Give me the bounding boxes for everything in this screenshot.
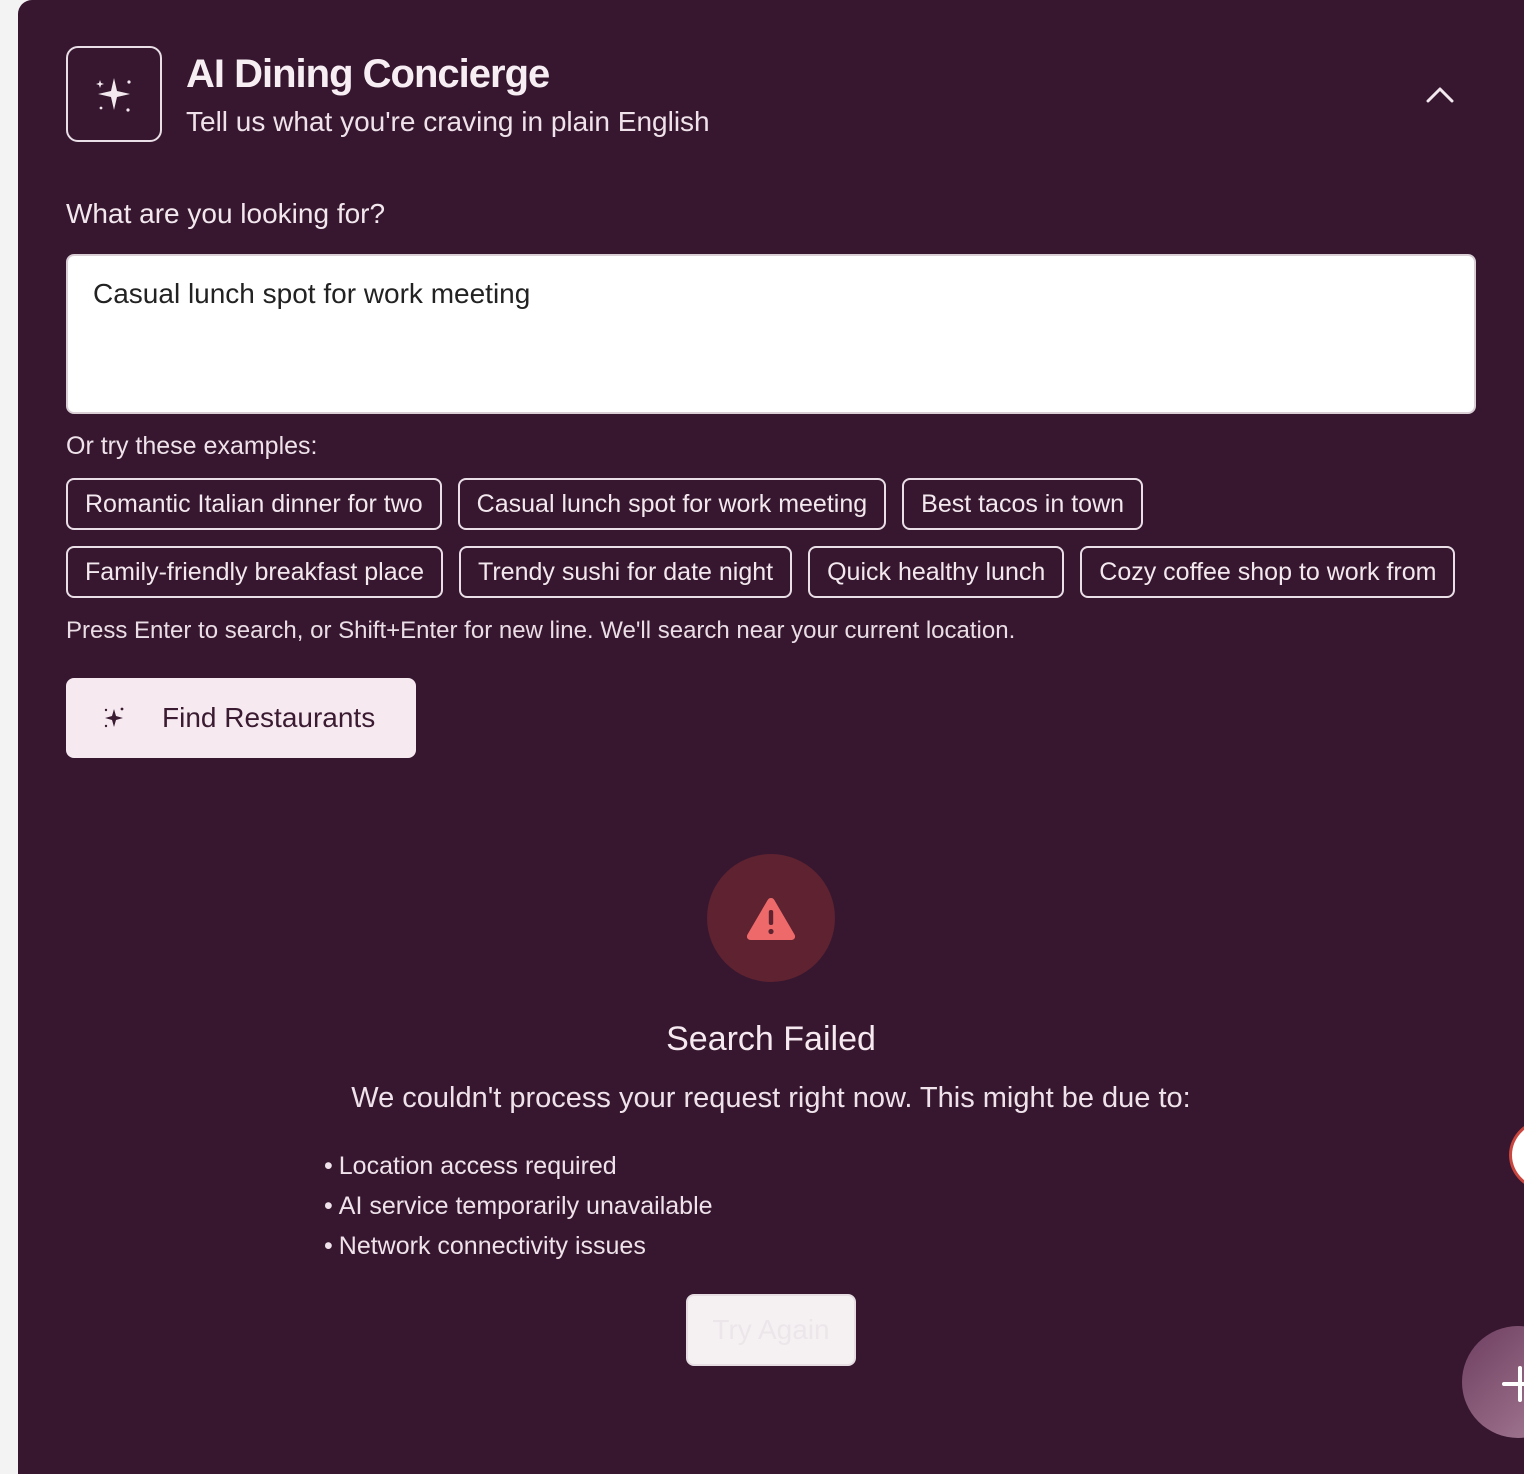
search-hint: Press Enter to search, or Shift+Enter fo… — [66, 617, 1016, 644]
plus-icon — [1502, 1366, 1524, 1402]
list-item: • Location access required — [324, 1152, 617, 1180]
error-description: We couldn't process your request right n… — [351, 1082, 1191, 1114]
example-chip[interactable]: Trendy sushi for date night — [459, 546, 793, 598]
query-input[interactable]: Casual lunch spot for work meeting — [66, 254, 1476, 414]
example-chips: Romantic Italian dinner for two Casual l… — [66, 478, 1486, 614]
error-reasons-list: • Location access required • AI service te… — [324, 1152, 713, 1272]
try-again-button[interactable]: Try Again — [686, 1294, 856, 1366]
page-title: AI Dining Concierge — [186, 52, 550, 96]
sparkles-icon — [66, 46, 162, 142]
example-chip[interactable]: Romantic Italian dinner for two — [66, 478, 442, 530]
sparkles-icon — [104, 707, 124, 728]
chevron-up-icon — [1426, 87, 1454, 103]
reason-text: AI service temporarily unavailable — [338, 1192, 713, 1220]
query-label: What are you looking for? — [66, 198, 386, 229]
list-item: • Network connectivity issues — [324, 1232, 646, 1260]
example-chip[interactable]: Best tacos in town — [902, 478, 1144, 530]
warning-triangle-icon — [746, 898, 796, 940]
collapse-button[interactable] — [1420, 76, 1460, 112]
examples-label: Or try these examples: — [66, 432, 318, 460]
example-chip[interactable]: Casual lunch spot for work meeting — [457, 478, 887, 530]
page-subtitle: Tell us what you're craving in plain Eng… — [186, 106, 710, 137]
error-indicator — [707, 854, 835, 982]
find-restaurants-button[interactable]: Find Restaurants — [66, 678, 416, 758]
list-item: • AI service temporarily unavailable — [324, 1192, 713, 1220]
find-restaurants-label: Find Restaurants — [162, 702, 376, 733]
reason-text: Network connectivity issues — [338, 1232, 646, 1260]
example-chip[interactable]: Family-friendly breakfast place — [66, 546, 444, 598]
example-chip[interactable]: Cozy coffee shop to work from — [1080, 546, 1456, 598]
reason-text: Location access required — [338, 1152, 617, 1180]
concierge-panel: AI Dining Concierge Tell us what you're … — [18, 0, 1524, 1474]
example-chip[interactable]: Quick healthy lunch — [808, 546, 1065, 598]
error-title: Search Failed — [666, 1020, 876, 1058]
